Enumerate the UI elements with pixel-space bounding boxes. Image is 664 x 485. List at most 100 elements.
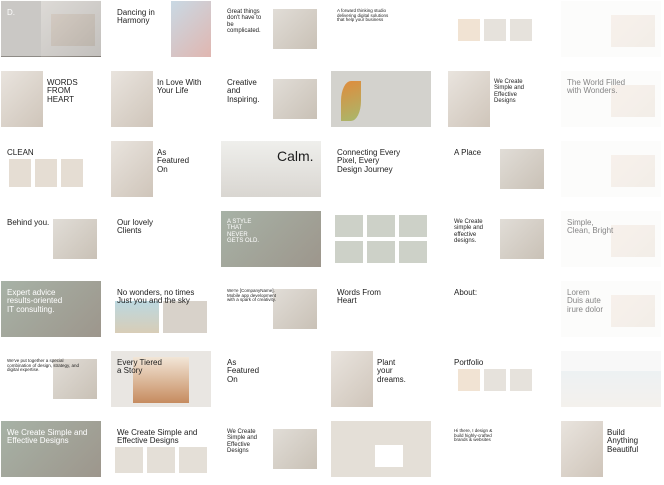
template-grid: D.Dancing in HarmonyGreat things don't h… xyxy=(0,0,664,485)
template-thumbnail[interactable]: Hi there, I design & build highly-crafte… xyxy=(448,421,548,477)
template-thumbnail[interactable] xyxy=(561,141,661,197)
template-title: Lorem Duis aute irure dolor xyxy=(567,288,604,314)
template-title: We're [CompanyName]. Mobile app developm… xyxy=(227,288,277,303)
template-thumbnail[interactable]: We Create Simple and Effective Designs xyxy=(448,71,548,127)
template-thumbnail[interactable] xyxy=(448,1,548,57)
hero-photo xyxy=(51,14,95,46)
template-title: We've put together a special combination… xyxy=(7,358,79,373)
template-thumbnail[interactable]: Creative and Inspiring. xyxy=(221,71,321,127)
template-thumbnail[interactable]: Dancing in Harmony xyxy=(111,1,211,57)
template-title: Great things don't have to be complicate… xyxy=(227,9,262,34)
template-title: Creative and Inspiring. xyxy=(227,78,260,104)
hero-photo xyxy=(611,15,655,47)
template-title: A forward thinking studio delivering dig… xyxy=(337,8,389,23)
template-thumbnail[interactable]: Portfolio xyxy=(448,351,548,407)
template-thumbnail[interactable]: A STYLE THAT NEVER GETS OLD. xyxy=(221,211,321,267)
collage-photo xyxy=(367,215,395,237)
template-thumbnail[interactable]: As Featured On xyxy=(111,141,211,197)
template-title: Build Anything Beautiful xyxy=(607,428,639,454)
template-thumbnail[interactable] xyxy=(331,71,431,127)
collage-photo xyxy=(335,241,363,263)
product-photo xyxy=(147,447,175,473)
template-thumbnail[interactable]: About: xyxy=(448,281,548,337)
template-thumbnail[interactable]: We Create simple and effective designs. xyxy=(448,211,548,267)
hero-photo xyxy=(611,155,655,187)
template-thumbnail[interactable]: We've put together a special combination… xyxy=(1,351,101,407)
template-thumbnail[interactable]: CLEAN xyxy=(1,141,101,197)
template-title: No wonders, no times Just you and the sk… xyxy=(117,288,195,306)
template-thumbnail[interactable]: Every Tiered a Story xyxy=(111,351,211,407)
product-photo xyxy=(510,19,532,41)
template-thumbnail[interactable]: Expert advice results-oriented IT consul… xyxy=(1,281,101,337)
template-thumbnail[interactable]: WORDS FROM HEART xyxy=(1,71,101,127)
template-title: WORDS FROM HEART xyxy=(47,78,78,104)
template-thumbnail[interactable] xyxy=(331,421,431,477)
template-thumbnail[interactable]: A Place xyxy=(448,141,548,197)
template-thumbnail[interactable]: Build Anything Beautiful xyxy=(561,421,661,477)
template-title: Our lovely Clients xyxy=(117,218,154,236)
template-title: Calm. xyxy=(277,148,314,164)
gallery-photo xyxy=(9,159,31,187)
template-title: Dancing in Harmony xyxy=(117,8,155,26)
template-title: As Featured On xyxy=(227,358,260,384)
template-thumbnail[interactable]: Plant your dreams. xyxy=(331,351,431,407)
sea-photo xyxy=(561,371,661,407)
hero-photo xyxy=(448,71,490,127)
template-thumbnail[interactable] xyxy=(561,351,661,407)
template-thumbnail[interactable]: We're [CompanyName]. Mobile app developm… xyxy=(221,281,321,337)
template-title: We Create Simple and Effective Designs xyxy=(117,428,198,446)
template-title: Every Tiered a Story xyxy=(117,358,162,376)
product-photo xyxy=(484,369,506,391)
template-thumbnail[interactable]: Words From Heart xyxy=(331,281,431,337)
template-title: We Create Simple and Effective Designs xyxy=(494,79,525,104)
template-title: We Create simple and effective designs. xyxy=(454,219,484,244)
template-thumbnail[interactable]: We Create Simple and Effective Designs xyxy=(221,421,321,477)
office-photo xyxy=(163,301,207,333)
template-thumbnail[interactable]: Simple, Clean, Bright xyxy=(561,211,661,267)
template-title: Hi there, I design & build highly-crafte… xyxy=(454,428,493,443)
template-thumbnail[interactable] xyxy=(561,1,661,57)
template-thumbnail[interactable]: No wonders, no times Just you and the sk… xyxy=(111,281,211,337)
template-title: A Place xyxy=(454,148,482,157)
hero-photo xyxy=(111,141,153,197)
furniture-photo xyxy=(375,445,403,467)
template-thumbnail[interactable]: As Featured On xyxy=(221,351,321,407)
gallery-photo xyxy=(35,159,57,187)
template-title: A STYLE THAT NEVER GETS OLD. xyxy=(227,219,260,244)
gallery-photo xyxy=(61,159,83,187)
template-title: Expert advice results-oriented IT consul… xyxy=(7,288,63,314)
template-thumbnail[interactable]: Behind you. xyxy=(1,211,101,267)
template-title: Words From Heart xyxy=(337,288,381,306)
template-title: CLEAN xyxy=(7,148,34,157)
template-title: Behind you. xyxy=(7,218,50,227)
template-thumbnail[interactable]: We Create Simple and Effective Designs xyxy=(1,421,101,477)
product-photo xyxy=(510,369,532,391)
hero-photo xyxy=(331,351,373,407)
template-thumbnail[interactable]: The World Filled with Wonders. xyxy=(561,71,661,127)
product-photo xyxy=(458,369,480,391)
template-title: The World Filled with Wonders. xyxy=(567,78,626,96)
template-thumbnail[interactable]: Great things don't have to be complicate… xyxy=(221,1,321,57)
product-photo xyxy=(458,19,480,41)
template-thumbnail[interactable]: Calm. xyxy=(221,141,321,197)
template-title: We Create Simple and Effective Designs xyxy=(7,428,88,446)
template-title: About: xyxy=(454,288,478,297)
collage-photo xyxy=(335,215,363,237)
product-photo xyxy=(179,447,207,473)
collage-photo xyxy=(399,215,427,237)
product-photo xyxy=(115,447,143,473)
template-thumbnail[interactable]: A forward thinking studio delivering dig… xyxy=(331,1,431,57)
template-thumbnail[interactable]: Our lovely Clients xyxy=(111,211,211,267)
template-title: Simple, Clean, Bright xyxy=(567,218,614,236)
hero-photo xyxy=(111,71,153,127)
template-thumbnail[interactable]: In Love With Your Life xyxy=(111,71,211,127)
template-thumbnail[interactable] xyxy=(331,211,431,267)
product-photo xyxy=(484,19,506,41)
template-thumbnail[interactable]: Connecting Every Pixel, Every Design Jou… xyxy=(331,141,431,197)
template-thumbnail[interactable]: Lorem Duis aute irure dolor xyxy=(561,281,661,337)
template-thumbnail[interactable]: We Create Simple and Effective Designs xyxy=(111,421,211,477)
template-thumbnail[interactable] xyxy=(1,0,101,56)
hero-photo xyxy=(561,421,603,477)
template-title: In Love With Your Life xyxy=(157,78,202,96)
plant-photo xyxy=(341,81,361,121)
